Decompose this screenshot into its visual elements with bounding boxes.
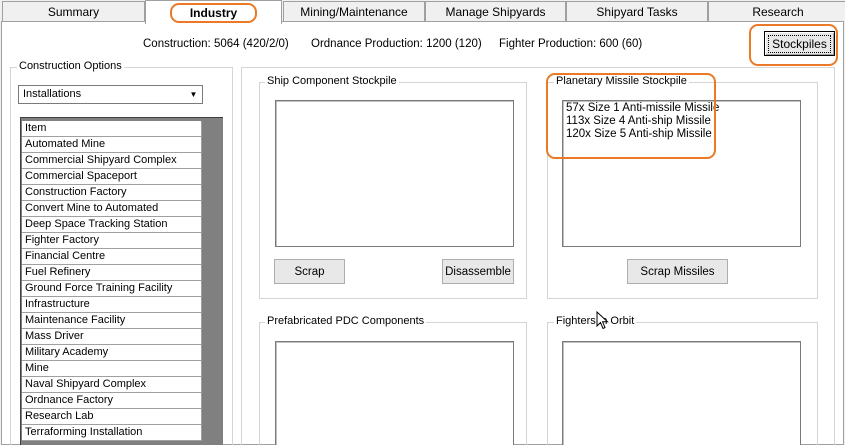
- tab-industry[interactable]: Industry: [145, 0, 282, 24]
- list-item[interactable]: Deep Space Tracking Station: [22, 217, 202, 233]
- scrap-button[interactable]: Scrap: [274, 259, 345, 284]
- fighter-summary: Fighter Production: 600 (60): [499, 38, 643, 50]
- tab-research[interactable]: Research: [708, 1, 845, 22]
- list-item[interactable]: Convert Mine to Automated: [22, 201, 202, 217]
- tab-label: Shipyard Tasks: [596, 5, 678, 19]
- list-item[interactable]: Commercial Shipyard Complex: [22, 153, 202, 169]
- tab-mining-maintenance[interactable]: Mining/Maintenance: [283, 1, 425, 22]
- mouse-cursor-icon: [596, 311, 609, 330]
- tab-label: Mining/Maintenance: [300, 5, 408, 19]
- tab-label: Research: [752, 5, 804, 19]
- scrap-missiles-button-label: Scrap Missiles: [640, 265, 715, 278]
- tab-label: Industry: [169, 2, 258, 23]
- dropdown-value: Installations: [23, 88, 82, 100]
- disassemble-button[interactable]: Disassemble: [442, 259, 514, 284]
- tab-label: Summary: [47, 5, 100, 19]
- list-item[interactable]: Construction Factory: [22, 185, 202, 201]
- list-item[interactable]: Terraforming Installation: [22, 425, 202, 441]
- disassemble-button-label: Disassemble: [445, 265, 511, 278]
- list-item[interactable]: Mass Driver: [22, 329, 202, 345]
- stockpiles-button[interactable]: Stockpiles: [764, 31, 835, 56]
- prefab-pdc-list[interactable]: [275, 341, 514, 445]
- chevron-down-icon[interactable]: ▼: [187, 88, 200, 101]
- construction-summary: Construction: 5064 (420/2/0): [143, 38, 289, 50]
- list-item[interactable]: Commercial Spaceport: [22, 169, 202, 185]
- scrap-button-label: Scrap: [294, 265, 325, 278]
- list-item[interactable]: Financial Centre: [22, 249, 202, 265]
- list-item[interactable]: Fuel Refinery: [22, 265, 202, 281]
- prefab-pdc-title: Prefabricated PDC Components: [265, 315, 427, 327]
- list-item[interactable]: Naval Shipyard Complex: [22, 377, 202, 393]
- tab-manage-shipyards[interactable]: Manage Shipyards: [425, 1, 566, 22]
- tab-label: Manage Shipyards: [445, 5, 546, 19]
- ordnance-summary: Ordnance Production: 1200 (120): [311, 38, 482, 50]
- fighters-orbit-list[interactable]: [562, 341, 801, 445]
- tab-summary[interactable]: Summary: [2, 1, 145, 22]
- list-item[interactable]: Mine: [22, 361, 202, 377]
- construction-options-title: Construction Options: [17, 60, 124, 72]
- ship-component-stockpile-title: Ship Component Stockpile: [265, 75, 399, 87]
- tab-shipyard-tasks[interactable]: Shipyard Tasks: [566, 1, 708, 22]
- installation-list[interactable]: Item Automated Mine Commercial Shipyard Co…: [20, 117, 223, 445]
- missile-highlight: [546, 73, 716, 159]
- list-header-item[interactable]: Item: [22, 121, 202, 137]
- list-item[interactable]: Fighter Factory: [22, 233, 202, 249]
- list-item[interactable]: Ground Force Training Facility: [22, 281, 202, 297]
- list-item[interactable]: Ordnance Factory: [22, 393, 202, 409]
- list-item[interactable]: Maintenance Facility: [22, 313, 202, 329]
- construction-type-dropdown[interactable]: Installations ▼: [18, 85, 203, 104]
- list-item[interactable]: Research Lab: [22, 409, 202, 425]
- list-item[interactable]: Automated Mine: [22, 137, 202, 153]
- list-item[interactable]: Infrastructure: [22, 297, 202, 313]
- scrap-missiles-button[interactable]: Scrap Missiles: [627, 259, 728, 284]
- tab-strip: Summary Industry Mining/Maintenance Mana…: [0, 0, 845, 24]
- stockpiles-button-label: Stockpiles: [768, 34, 831, 53]
- list-item[interactable]: Military Academy: [22, 345, 202, 361]
- ship-component-list[interactable]: [275, 100, 514, 247]
